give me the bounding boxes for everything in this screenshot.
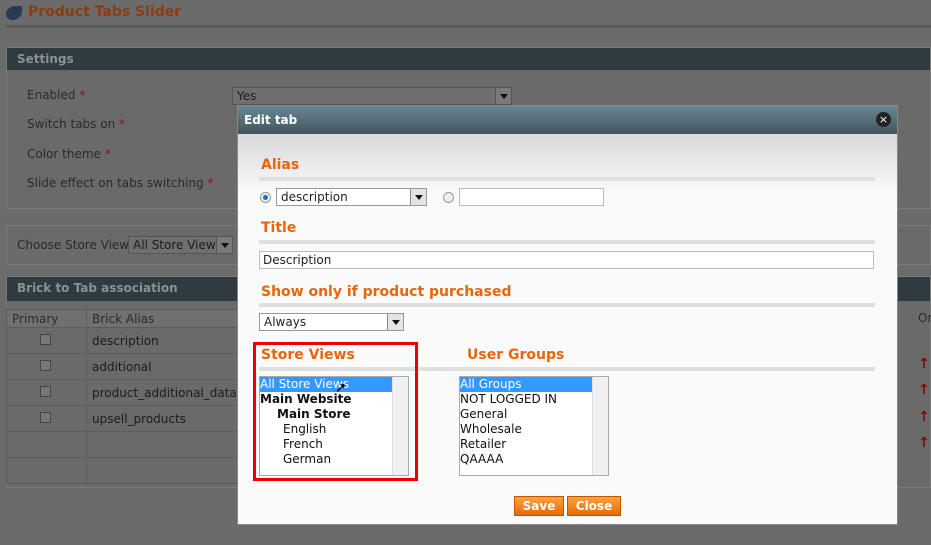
modal-title: Edit tab (238, 106, 897, 134)
list-item[interactable]: Retailer (460, 437, 608, 452)
divider (259, 240, 875, 244)
divider (6, 25, 931, 28)
chevron-down-icon (410, 189, 426, 205)
title-input[interactable]: Description (259, 251, 874, 269)
user-groups-label: User Groups (467, 347, 565, 363)
color-theme-label: Color theme * (27, 147, 111, 161)
purchased-select[interactable]: Always (259, 313, 404, 331)
move-up-icon[interactable]: ↑ (918, 356, 930, 372)
primary-checkbox[interactable] (40, 333, 51, 345)
close-icon[interactable]: × (876, 112, 891, 127)
move-up-icon[interactable]: ↑ (918, 382, 930, 398)
table-row: product_additional_data (6, 379, 243, 406)
divider (259, 177, 875, 181)
enabled-select[interactable]: Yes (232, 87, 512, 105)
highlight-box (253, 342, 418, 481)
table-row: additional (6, 353, 243, 380)
switch-tabs-label: Switch tabs on * (27, 117, 126, 131)
table-row (6, 431, 243, 458)
close-button[interactable]: Close (567, 496, 621, 516)
title-label: Title (261, 220, 297, 236)
list-item[interactable]: NOT LOGGED IN (460, 392, 608, 407)
alias-label: Alias (261, 157, 300, 173)
store-view-select[interactable]: All Store Views (128, 236, 233, 254)
brick-table: Primary Brick Alias description additiona… (6, 309, 243, 484)
list-item[interactable]: All Groups (460, 377, 593, 392)
col-order: Or (918, 311, 931, 325)
alias-custom-input[interactable] (459, 188, 604, 206)
enabled-label: Enabled * (27, 88, 86, 102)
table-row: upsell_products (6, 405, 243, 432)
alias-custom-radio[interactable] (443, 192, 454, 203)
user-groups-list[interactable]: All Groups NOT LOGGED IN General Wholesa… (459, 376, 609, 476)
primary-checkbox[interactable] (40, 385, 51, 397)
save-button[interactable]: Save (514, 496, 564, 516)
divider (259, 303, 875, 307)
col-primary: Primary (6, 309, 87, 328)
chevron-down-icon (387, 314, 403, 330)
logo-icon (6, 6, 22, 20)
cursor-icon: ➚ (335, 380, 347, 396)
table-row: description (6, 327, 243, 354)
move-up-icon[interactable]: ↑ (918, 409, 930, 425)
scrollbar[interactable] (592, 377, 608, 475)
alias-select[interactable]: description (276, 188, 427, 206)
purchased-label: Show only if product purchased (261, 284, 512, 300)
page-title: Product Tabs Slider (28, 4, 182, 20)
list-item[interactable]: Wholesale (460, 422, 608, 437)
primary-checkbox[interactable] (40, 411, 51, 423)
table-row (6, 457, 243, 484)
store-view-label: Choose Store View: (17, 238, 133, 252)
slide-effect-label: Slide effect on tabs switching * (27, 176, 214, 190)
list-item[interactable]: General (460, 407, 608, 422)
primary-checkbox[interactable] (40, 359, 51, 371)
alias-select-radio[interactable] (260, 192, 271, 203)
list-item[interactable]: QAAAA (460, 452, 608, 467)
settings-header: Settings (7, 48, 930, 70)
col-brick-alias: Brick Alias (86, 309, 243, 328)
move-up-icon[interactable]: ↑ (918, 435, 930, 451)
